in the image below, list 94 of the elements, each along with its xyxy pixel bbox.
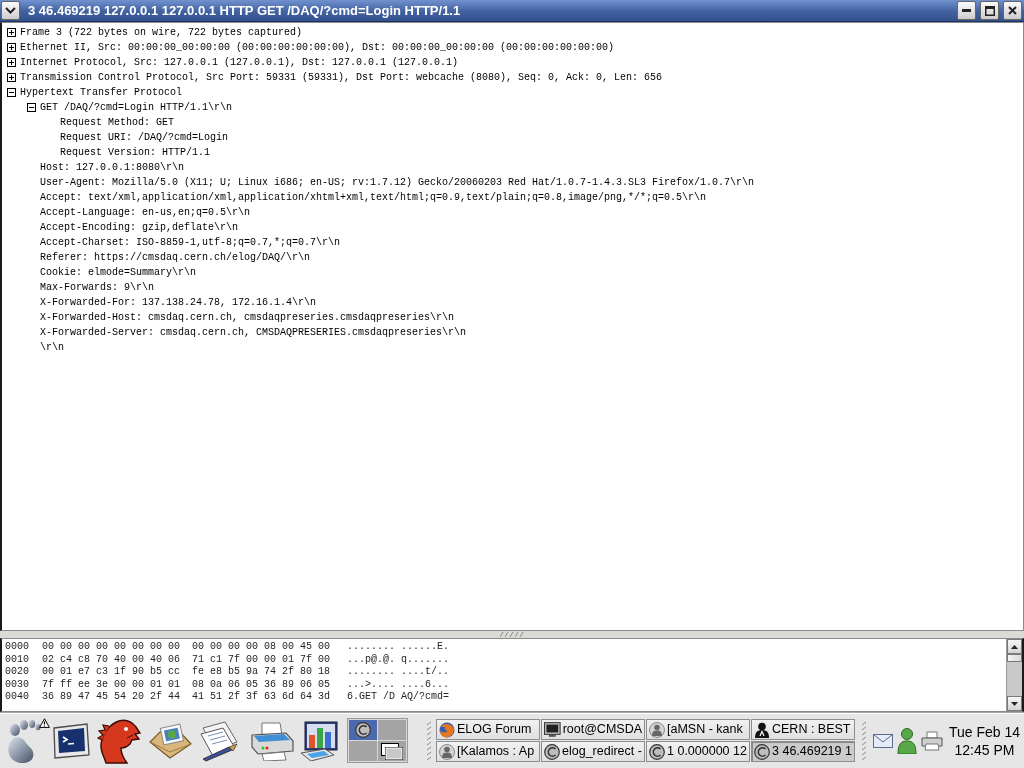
hex-offset: 0040 (5, 691, 30, 704)
tree-item[interactable]: Accept-Encoding: gzip,deflate\r\n (40, 220, 239, 235)
tree-item[interactable]: Request URI: /DAQ/?cmd=Login (60, 130, 229, 145)
taskbar-button[interactable]: 1 0.000000 12 (646, 741, 750, 762)
close-button[interactable] (1003, 1, 1022, 20)
grip-icon[interactable] (426, 720, 432, 761)
scrollbar[interactable] (1006, 639, 1022, 711)
taskbar-button[interactable]: elog_redirect - (541, 741, 645, 762)
minus-box-icon[interactable] (7, 88, 16, 97)
hex-ascii: 6.GET /D AQ/?cmd= (347, 691, 450, 704)
hex-ascii: ...>.... ....6... (347, 678, 450, 691)
taskbar-button[interactable]: [Kalamos : Ap (436, 741, 540, 762)
scroll-up-button[interactable] (1007, 639, 1022, 654)
tree-item[interactable]: Request Version: HTTP/1.1 (60, 145, 211, 160)
tree-item[interactable]: Accept-Charset: ISO-8859-1,utf-8;q=0.7,*;q=0.7\r\n (40, 235, 341, 250)
circle-c-icon (355, 722, 371, 738)
taskbar-button[interactable]: 3 46.469219 1 (751, 741, 855, 762)
window-menu-button[interactable] (1, 1, 20, 20)
plus-box-icon[interactable] (7, 58, 16, 67)
hex-ascii: ...p@.@. q....... (347, 653, 450, 666)
tree-item[interactable]: Cookie: elmode=Summary\r\n (40, 265, 197, 280)
terminal-icon[interactable] (52, 721, 90, 760)
tree-item[interactable]: Accept-Language: en-us,en;q=0.5\r\n (40, 205, 251, 220)
workspace-cell[interactable] (349, 741, 377, 761)
taskbar-button[interactable]: [aMSN - kank (646, 719, 750, 740)
tree-item[interactable]: X-Forwarded-Server: cmsdaq.cern.ch, CMSDAQPRESERIES.cmsdaqpreseries\r\n (40, 325, 467, 340)
tree-item[interactable]: GET /DAQ/?cmd=Login HTTP/1.1\r\n (40, 100, 233, 115)
circle-c-icon (754, 743, 770, 760)
plus-box-icon[interactable] (7, 73, 16, 82)
tree-item[interactable]: Referer: https://cmsdaq.cern.ch/elog/DAQ/\r\n (40, 250, 311, 265)
hex-offset: 0030 (5, 678, 30, 691)
hex-bytes: 00 00 00 00 00 00 00 00 00 00 00 00 08 00 45 00 (42, 641, 332, 654)
up-arrow-icon (1011, 644, 1018, 649)
tree-item[interactable]: Accept: text/xml,application/xml,application/xhtml+xml,text/html;q=0.9,text/plain;q=0.8,image/png,*/*;q=0.5\r\n (40, 190, 707, 205)
bar-chart-icon[interactable] (301, 720, 339, 761)
grip-icon[interactable] (861, 720, 867, 761)
tree-item[interactable]: Ethernet II, Src: 00:00:00_00:00:00 (00:00:00:00:00:00), Dst: 00:00:00_00:00:00 (00:00:00:00:00:00) (20, 40, 615, 55)
workspace-cell[interactable] (378, 741, 406, 761)
tree-item[interactable]: User-Agent: Mozilla/5.0 (X11; U; Linux i686; en-US; rv:1.7.12) Gecko/20060203 Red Hat/1.0.7-1.4.3.SL3 Firefox/1.0.7\r\n (40, 175, 755, 190)
tree-item[interactable]: Request Method: GET (60, 115, 175, 130)
scroll-thumb[interactable] (1007, 654, 1022, 662)
person-icon (754, 721, 770, 738)
taskbar-button[interactable]: root@CMSDA (541, 719, 645, 740)
hex-bytes: 02 c4 c8 70 40 00 40 06 71 c1 7f 00 00 01 7f 00 (42, 653, 332, 666)
plus-box-icon[interactable] (7, 28, 16, 37)
tree-item[interactable]: Hypertext Transfer Protocol (20, 85, 183, 100)
minus-box-icon[interactable] (27, 103, 36, 112)
close-icon (1008, 6, 1017, 15)
chevron-down-icon (5, 7, 16, 14)
hex-bytes: 00 01 e7 c3 1f 90 b5 cc fe e8 b5 9a 74 2f 80 18 (42, 666, 332, 679)
person-icon[interactable] (897, 727, 917, 754)
hex-bytes: 7f ff ee 3e 00 00 01 01 08 0a 06 05 36 89 06 05 (42, 678, 332, 691)
printer-icon[interactable] (921, 730, 943, 751)
globe-icon (439, 721, 455, 738)
tree-item[interactable]: Host: 127.0.0.1:8080\r\n (40, 160, 185, 175)
plus-box-icon[interactable] (7, 43, 16, 52)
envelope-icon[interactable] (148, 721, 192, 760)
printer-icon[interactable] (250, 720, 294, 761)
maximize-icon (984, 5, 995, 16)
person-icon (649, 721, 665, 738)
clock-date: Tue Feb 14 (948, 722, 1020, 741)
warning-icon (39, 717, 50, 728)
circle-c-icon (544, 743, 560, 760)
tree-item[interactable]: Internet Protocol, Src: 127.0.0.1 (127.0.0.1), Dst: 127.0.0.1 (127.0.0.1) (20, 55, 459, 70)
down-arrow-icon (1011, 701, 1018, 706)
hex-offset: 0000 (5, 641, 30, 654)
person-icon (439, 743, 455, 760)
taskbar-button[interactable]: CERN : BEST (751, 719, 855, 740)
workspace-cell[interactable] (378, 720, 406, 740)
hex-ascii: ........ ....t/.. (347, 666, 450, 679)
tree-item[interactable]: Max-Forwards: 9\r\n (40, 280, 155, 295)
circle-c-icon (649, 743, 665, 760)
minimize-button[interactable] (957, 1, 976, 20)
grip-icon[interactable] (499, 632, 525, 637)
tree-item[interactable]: X-Forwarded-For: 137.138.24.78, 172.16.1.4\r\n (40, 295, 317, 310)
windows-icon (381, 742, 403, 760)
hex-offset: 0010 (5, 653, 30, 666)
hex-offset: 0020 (5, 666, 30, 679)
hex-bytes: 36 89 47 45 54 20 2f 44 41 51 2f 3f 63 6d 64 3d (42, 691, 332, 704)
tree-item[interactable]: Transmission Control Protocol, Src Port: 59331 (59331), Dst Port: webcache (8080), Seq: 0, Ack: 0, Len: 656 (20, 70, 663, 85)
maximize-button[interactable] (980, 1, 999, 20)
clock-time: 12:45 PM (953, 740, 1016, 759)
hex-ascii: ........ ......E. (347, 641, 450, 654)
envelope-icon[interactable] (873, 733, 893, 748)
taskbar-button[interactable]: ELOG Forum (436, 719, 540, 740)
window-title: 3 46.469219 127.0.0.1 127.0.0.1 HTTP GET /DAQ/?cmd=Login HTTP/1.1 (28, 1, 461, 20)
tree-item[interactable]: X-Forwarded-Host: cmsdaq.cern.ch, cmsdaqpreseries.cmsdaqpreseries\r\n (40, 310, 455, 325)
workspace-cell[interactable] (349, 720, 377, 740)
tree-item[interactable]: \r\n (40, 340, 64, 355)
monitor-icon (544, 722, 561, 737)
minimize-icon (962, 9, 971, 12)
tree-item[interactable]: Frame 3 (722 bytes on wire, 722 bytes captured) (20, 25, 303, 40)
scroll-down-button[interactable] (1007, 696, 1022, 711)
dinosaur-icon[interactable] (97, 717, 141, 764)
